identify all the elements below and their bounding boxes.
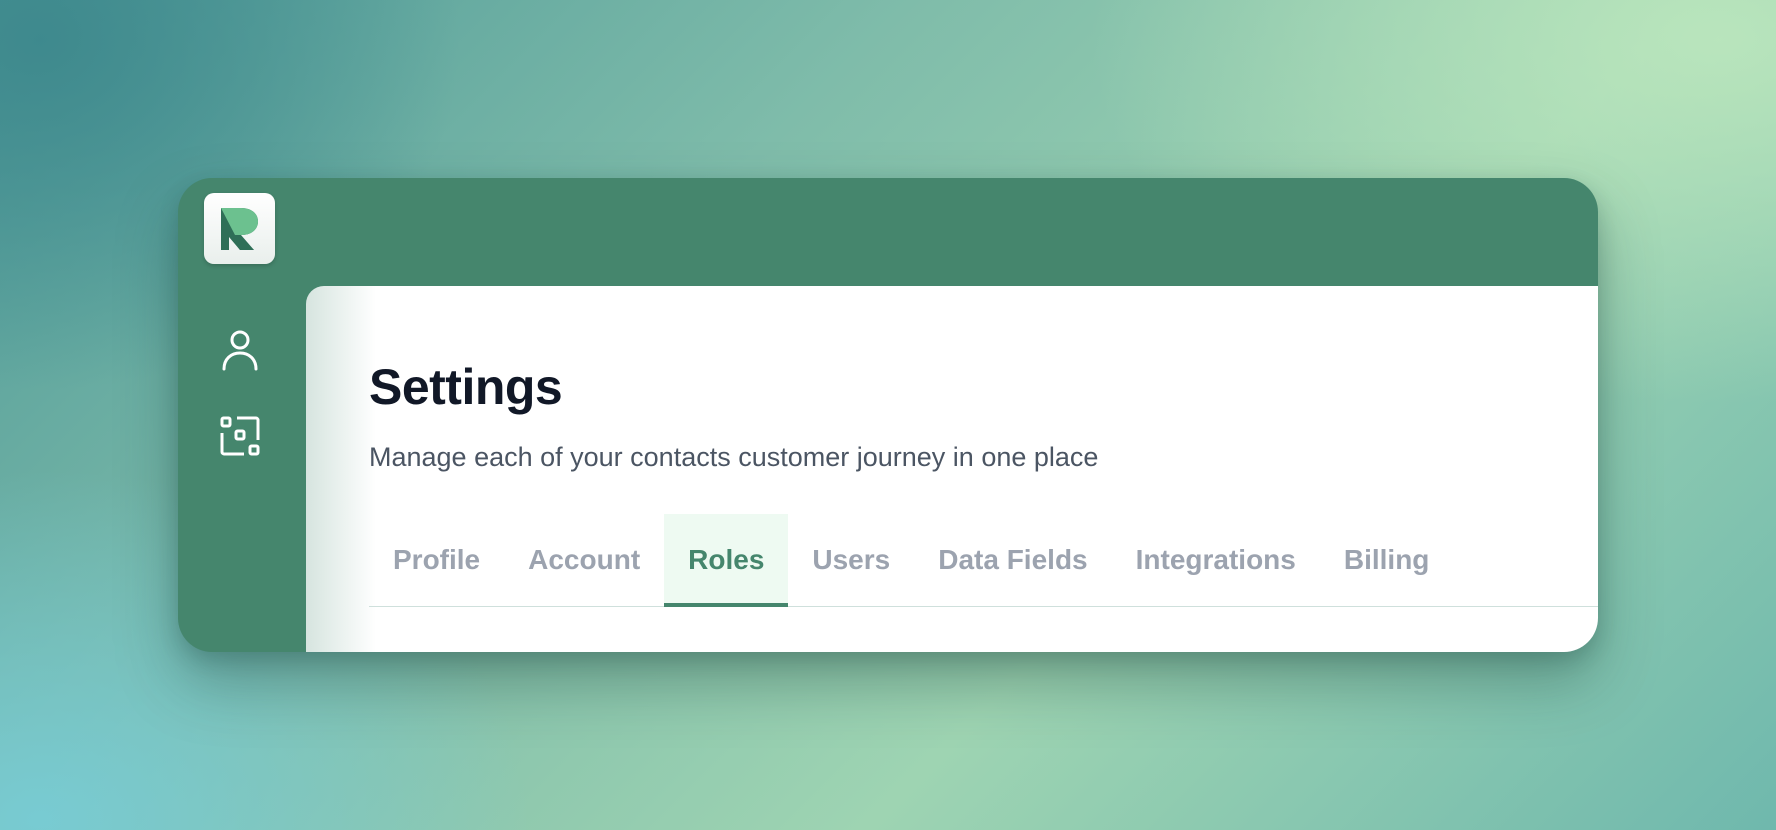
tab-data-fields[interactable]: Data Fields — [914, 514, 1111, 606]
app-window: Settings Manage each of your contacts cu… — [178, 178, 1598, 652]
tab-users[interactable]: Users — [788, 514, 914, 606]
tab-integrations[interactable]: Integrations — [1112, 514, 1320, 606]
tab-billing[interactable]: Billing — [1320, 514, 1454, 606]
app-logo[interactable] — [204, 193, 275, 264]
settings-tabs: Profile Account Roles Users Data Fields … — [369, 514, 1598, 607]
page-title: Settings — [369, 359, 563, 415]
user-icon — [222, 330, 258, 371]
scan-roles-icon — [220, 416, 260, 456]
tab-account[interactable]: Account — [504, 514, 664, 606]
sidebar-item-profile[interactable] — [218, 328, 262, 372]
settings-panel: Settings Manage each of your contacts cu… — [306, 286, 1598, 652]
page-subtitle: Manage each of your contacts customer jo… — [369, 442, 1099, 472]
r-logo-icon — [220, 207, 258, 250]
tab-profile[interactable]: Profile — [369, 514, 504, 606]
sidebar-item-roles[interactable] — [218, 414, 262, 458]
tab-roles[interactable]: Roles — [664, 514, 789, 607]
